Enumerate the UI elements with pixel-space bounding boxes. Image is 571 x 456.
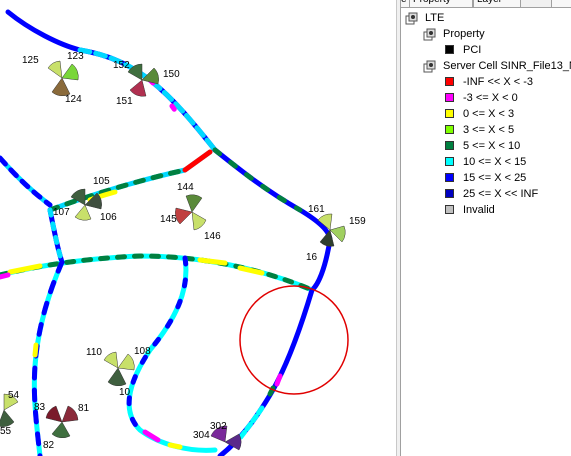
map-view[interactable]: 125 123 124 152 150 151 105 106 107 144 … (0, 0, 396, 456)
legend-label: 5 <= X < 10 (463, 140, 521, 152)
site-label-107: 107 (53, 207, 70, 218)
legend-label: -INF << X < -3 (463, 76, 533, 88)
layers-icon (423, 28, 436, 41)
site-label-125: 125 (22, 55, 39, 66)
site-label-108: 108 (134, 346, 151, 357)
site-label-145: 145 (160, 214, 177, 225)
site-label-83: 83 (34, 402, 46, 413)
tab-property[interactable]: Property (409, 0, 473, 8)
site-label-302: 302 (210, 421, 227, 432)
legend-label: 10 <= X < 15 (463, 156, 527, 168)
site-label-161: 161 (308, 204, 325, 215)
legend-swatch (445, 173, 454, 182)
site-label-54: 54 (8, 390, 20, 401)
site-label-105: 105 (93, 176, 110, 187)
site-label-159: 159 (349, 216, 366, 227)
layers-icon (405, 12, 418, 25)
legend-label: 25 <= X << INF (463, 188, 539, 200)
site-label-123: 123 (67, 51, 84, 62)
legend-label: 15 <= X < 25 (463, 172, 527, 184)
layers-icon (423, 60, 436, 73)
site-label-151: 151 (116, 96, 133, 107)
site-label-81: 81 (78, 403, 90, 414)
legend-swatch (445, 157, 454, 166)
legend-label: -3 <= X < 0 (463, 92, 518, 104)
tree-label-lte: LTE (425, 12, 445, 24)
site-label-304: 304 (193, 430, 210, 441)
legend-label: 3 <= X < 5 (463, 124, 515, 136)
site-label-110: 110 (86, 347, 102, 358)
tab-extra[interactable] (551, 0, 571, 8)
legend-swatch (445, 109, 454, 118)
site-label-146: 146 (204, 231, 221, 242)
tab-layer[interactable]: Layer (473, 0, 521, 8)
site-label-124: 124 (65, 94, 82, 105)
legend-label: 0 <= X < 3 (463, 108, 515, 120)
legend-panel: e Property Layer LTE Property PCI (400, 0, 571, 456)
drive-test-map: 125 123 124 152 150 151 105 106 107 144 … (0, 9, 366, 456)
pci-swatch (445, 45, 454, 54)
site-label-144: 144 (177, 182, 194, 193)
legend-label-pci: PCI (463, 44, 482, 56)
legend-swatch (445, 125, 454, 134)
site-label-106: 106 (100, 212, 117, 223)
legend-swatch (445, 189, 454, 198)
site-label-55: 55 (0, 426, 12, 437)
legend-swatch (445, 205, 454, 214)
legend-swatch (445, 77, 454, 86)
tree-label-property: Property (443, 28, 485, 40)
site-label-150: 150 (163, 69, 180, 80)
tree-label-server-cell: Server Cell SINR_File13_N (443, 60, 571, 72)
site-label-82: 82 (43, 440, 55, 451)
site-label-16: 16 (306, 252, 318, 263)
legend-label: Invalid (463, 204, 495, 216)
panel-tabs: e Property Layer (401, 0, 571, 8)
legend-swatch (445, 141, 454, 150)
legend-swatch (445, 93, 454, 102)
site-label-152: 152 (113, 60, 130, 71)
site-label-10: 10 (119, 387, 131, 398)
